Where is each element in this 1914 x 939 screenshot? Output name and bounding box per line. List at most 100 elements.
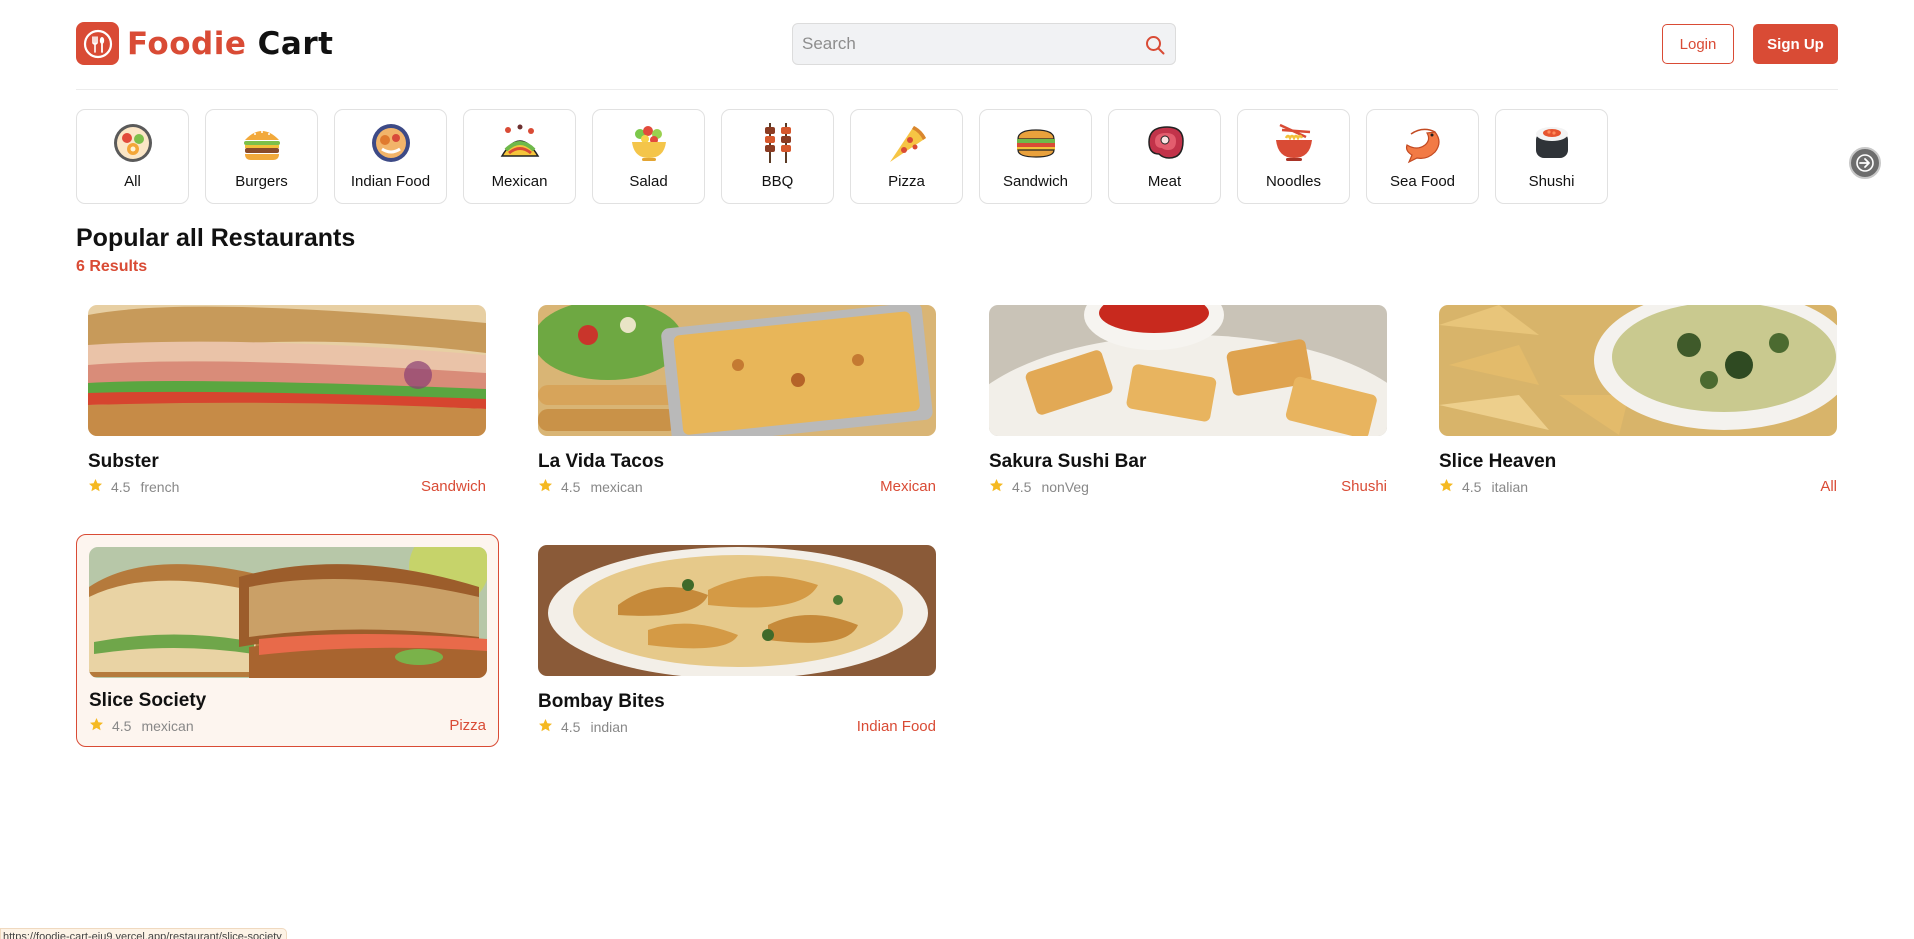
taco-icon <box>498 121 542 165</box>
category-label: Burgers <box>235 173 288 190</box>
restaurant-cuisine: mexican <box>590 479 643 495</box>
restaurant-image[interactable] <box>88 305 486 436</box>
restaurant-category[interactable]: Mexican <box>880 478 936 495</box>
skewer-icon <box>756 121 800 165</box>
restaurant-name: Bombay Bites <box>538 691 665 712</box>
category-label: Noodles <box>1265 173 1322 190</box>
indian-thali-icon <box>369 121 413 165</box>
restaurant-cuisine: italian <box>1491 479 1529 495</box>
restaurant-name: Slice Heaven <box>1439 451 1557 472</box>
search-icon[interactable] <box>1142 32 1168 58</box>
restaurant-rating: 4.5 <box>112 718 132 734</box>
restaurant-name: Sakura Sushi Bar <box>989 451 1147 472</box>
search-input[interactable] <box>793 24 1133 64</box>
restaurant-image[interactable] <box>538 545 936 676</box>
category-label: Mexican <box>491 173 548 190</box>
category-label: Indian Food <box>350 173 431 190</box>
brand-logo[interactable]: Foodie Cart <box>76 22 333 65</box>
pizza-icon <box>885 121 929 165</box>
restaurant-rating: 4.5 <box>111 479 131 495</box>
category-indian-food[interactable]: Indian Food <box>334 109 447 204</box>
category-all[interactable]: All <box>76 109 189 204</box>
fork-spoon-icon <box>76 22 119 65</box>
star-icon <box>88 478 103 496</box>
sushi-icon <box>1530 121 1574 165</box>
category-burgers[interactable]: Burgers <box>205 109 318 204</box>
brand-name-second: Cart <box>257 25 334 62</box>
category-label: Sandwich <box>1002 173 1069 190</box>
restaurant-card[interactable]: Bombay Bites 4.5 indian Indian Food <box>538 545 936 745</box>
restaurant-image[interactable] <box>1439 305 1837 436</box>
category-scroll-next-button[interactable] <box>1849 147 1881 179</box>
category-label: BBQ <box>761 173 794 190</box>
restaurant-image[interactable] <box>989 305 1387 436</box>
category-label: Shushi <box>1528 173 1575 190</box>
restaurant-meta: 4.5 nonVeg <box>989 478 1089 496</box>
sandwich-icon <box>1014 121 1058 165</box>
category-mexican[interactable]: Mexican <box>463 109 576 204</box>
restaurant-image[interactable] <box>89 547 487 678</box>
food-plate-icon <box>111 121 155 165</box>
restaurant-rating: 4.5 <box>1462 479 1482 495</box>
category-pizza[interactable]: Pizza <box>850 109 963 204</box>
restaurant-meta: 4.5 mexican <box>538 478 643 496</box>
arrow-right-icon <box>1856 154 1874 172</box>
brand-name: Foodie Cart <box>127 26 333 62</box>
restaurant-meta: 4.5 italian <box>1439 478 1528 496</box>
login-button[interactable]: Login <box>1662 24 1734 64</box>
restaurant-category[interactable]: Pizza <box>449 717 486 734</box>
steak-icon <box>1143 121 1187 165</box>
shrimp-icon <box>1401 121 1445 165</box>
restaurant-category[interactable]: Sandwich <box>421 478 486 495</box>
restaurant-cuisine: nonVeg <box>1041 479 1089 495</box>
search-box <box>792 23 1176 65</box>
restaurant-category[interactable]: All <box>1820 478 1837 495</box>
category-noodles[interactable]: Noodles <box>1237 109 1350 204</box>
results-count: 6 Results <box>76 258 148 275</box>
category-bbq[interactable]: BBQ <box>721 109 834 204</box>
restaurant-category[interactable]: Shushi <box>1341 478 1387 495</box>
category-label: All <box>124 173 141 190</box>
restaurant-card[interactable]: La Vida Tacos 4.5 mexican Mexican <box>538 305 936 505</box>
category-label: Salad <box>629 173 668 190</box>
header: Foodie Cart Login Sign Up <box>76 0 1838 90</box>
star-icon <box>1439 478 1454 496</box>
restaurant-cuisine: indian <box>590 719 628 735</box>
category-label: Pizza <box>888 173 925 190</box>
status-bar-url: https://foodie-cart-eiu9.vercel.app/rest… <box>0 928 287 939</box>
brand-name-first: Foodie <box>127 25 247 62</box>
restaurant-image[interactable] <box>538 305 936 436</box>
restaurant-cuisine: mexican <box>141 718 194 734</box>
restaurant-name: Subster <box>88 451 159 472</box>
burger-icon <box>240 121 284 165</box>
category-salad[interactable]: Salad <box>592 109 705 204</box>
signup-button[interactable]: Sign Up <box>1753 24 1838 64</box>
restaurant-category[interactable]: Indian Food <box>857 718 936 735</box>
salad-icon <box>627 121 671 165</box>
restaurant-cuisine: french <box>140 479 180 495</box>
category-sea-food[interactable]: Sea Food <box>1366 109 1479 204</box>
restaurant-card[interactable]: Sakura Sushi Bar 4.5 nonVeg Shushi <box>989 305 1387 505</box>
restaurant-rating: 4.5 <box>561 479 581 495</box>
restaurant-name: Slice Society <box>89 690 207 711</box>
star-icon <box>538 718 553 736</box>
noodle-bowl-icon <box>1272 121 1316 165</box>
restaurant-meta: 4.5 mexican <box>89 717 194 735</box>
category-sandwich[interactable]: Sandwich <box>979 109 1092 204</box>
star-icon <box>538 478 553 496</box>
restaurant-card[interactable]: Slice Heaven 4.5 italian All <box>1439 305 1837 505</box>
star-icon <box>989 478 1004 496</box>
restaurant-rating: 4.5 <box>561 719 581 735</box>
category-label: Meat <box>1147 173 1182 190</box>
category-shushi[interactable]: Shushi <box>1495 109 1608 204</box>
section-title: Popular all Restaurants <box>76 224 356 252</box>
restaurant-name: La Vida Tacos <box>538 451 665 472</box>
restaurant-meta: 4.5 french <box>88 478 179 496</box>
category-label: Sea Food <box>1389 173 1456 190</box>
star-icon <box>89 717 104 735</box>
category-meat[interactable]: Meat <box>1108 109 1221 204</box>
restaurant-card-hovered[interactable]: Slice Society 4.5 mexican Pizza <box>76 534 499 747</box>
restaurant-rating: 4.5 <box>1012 479 1032 495</box>
restaurant-meta: 4.5 indian <box>538 718 628 736</box>
restaurant-card[interactable]: Subster 4.5 french Sandwich <box>88 305 486 505</box>
